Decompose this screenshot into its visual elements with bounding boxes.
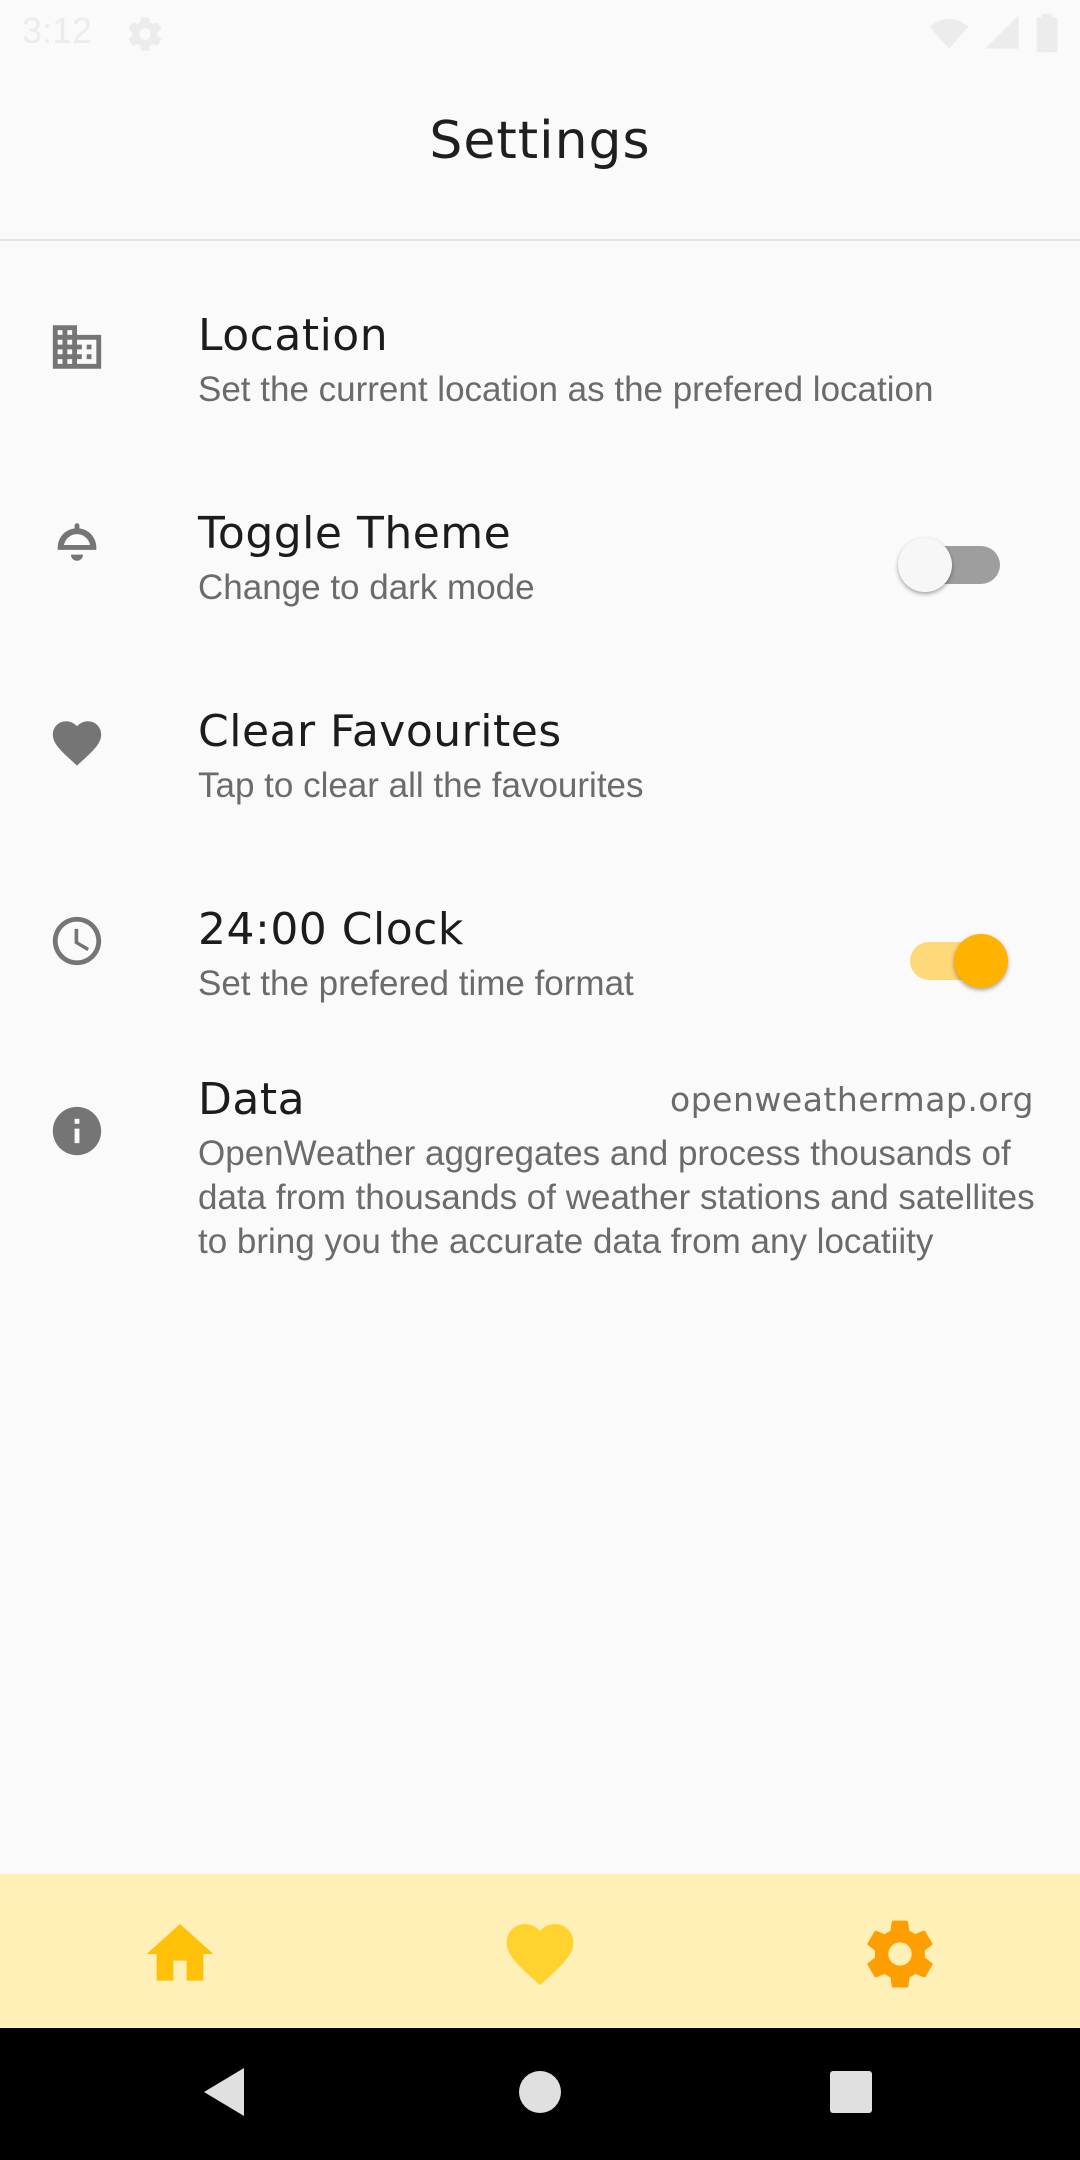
nav-settings-button[interactable] — [860, 1914, 940, 1994]
app-bar: Settings — [0, 66, 1080, 241]
switch-thumb — [898, 538, 952, 592]
settings-screen: 3:12 Settings Location Set the current l… — [0, 0, 1080, 2160]
page-title: Settings — [429, 111, 651, 171]
data-source-link[interactable]: openweathermap.org — [670, 1080, 1034, 1119]
nav-favourites-button[interactable] — [500, 1914, 580, 1994]
system-navigation-bar — [0, 2028, 1080, 2160]
home-circle-icon[interactable] — [516, 2064, 564, 2124]
settings-item-data[interactable]: Data openweathermap.org OpenWeather aggr… — [0, 1072, 1080, 1272]
info-icon — [48, 1102, 106, 1160]
settings-item-clear-favourites[interactable]: Clear Favourites Tap to clear all the fa… — [0, 696, 1080, 846]
data-title: Data — [198, 1074, 306, 1125]
heart-icon — [506, 1924, 574, 1986]
clock-format-switch[interactable] — [898, 924, 1008, 988]
lamp-icon — [48, 516, 106, 574]
status-bar: 3:12 — [0, 0, 1080, 66]
heart-icon — [48, 714, 106, 772]
clear-favourites-subtitle: Tap to clear all the favourites — [198, 766, 644, 805]
wifi-icon — [928, 12, 970, 58]
clock-icon — [48, 912, 106, 970]
back-icon[interactable] — [200, 2064, 250, 2124]
location-title: Location — [198, 310, 389, 361]
settings-item-clock-format[interactable]: 24:00 Clock Set the prefered time format — [0, 894, 1080, 1044]
building-icon — [48, 318, 106, 376]
cell-signal-icon — [982, 12, 1022, 58]
dark-mode-switch[interactable] — [898, 528, 1008, 592]
gear-icon — [125, 14, 165, 58]
status-icons — [928, 12, 1060, 58]
toggle-theme-title: Toggle Theme — [198, 508, 512, 559]
gear-icon — [867, 1920, 933, 1988]
switch-thumb — [954, 934, 1008, 988]
home-icon — [146, 1924, 214, 1981]
clock-subtitle: Set the prefered time format — [198, 964, 634, 1003]
location-subtitle: Set the current location as the prefered… — [198, 370, 934, 409]
status-time: 3:12 — [22, 10, 93, 51]
clear-favourites-title: Clear Favourites — [198, 706, 562, 757]
recents-icon[interactable] — [828, 2064, 874, 2124]
settings-item-location[interactable]: Location Set the current location as the… — [0, 300, 1080, 450]
settings-item-toggle-theme[interactable]: Toggle Theme Change to dark mode — [0, 498, 1080, 648]
bottom-navigation — [0, 1874, 1080, 2028]
clock-title: 24:00 Clock — [198, 904, 464, 955]
data-description: OpenWeather aggregates and process thous… — [198, 1134, 1035, 1261]
nav-home-button[interactable] — [140, 1914, 220, 1994]
battery-icon — [1034, 12, 1060, 58]
toggle-theme-subtitle: Change to dark mode — [198, 568, 535, 607]
